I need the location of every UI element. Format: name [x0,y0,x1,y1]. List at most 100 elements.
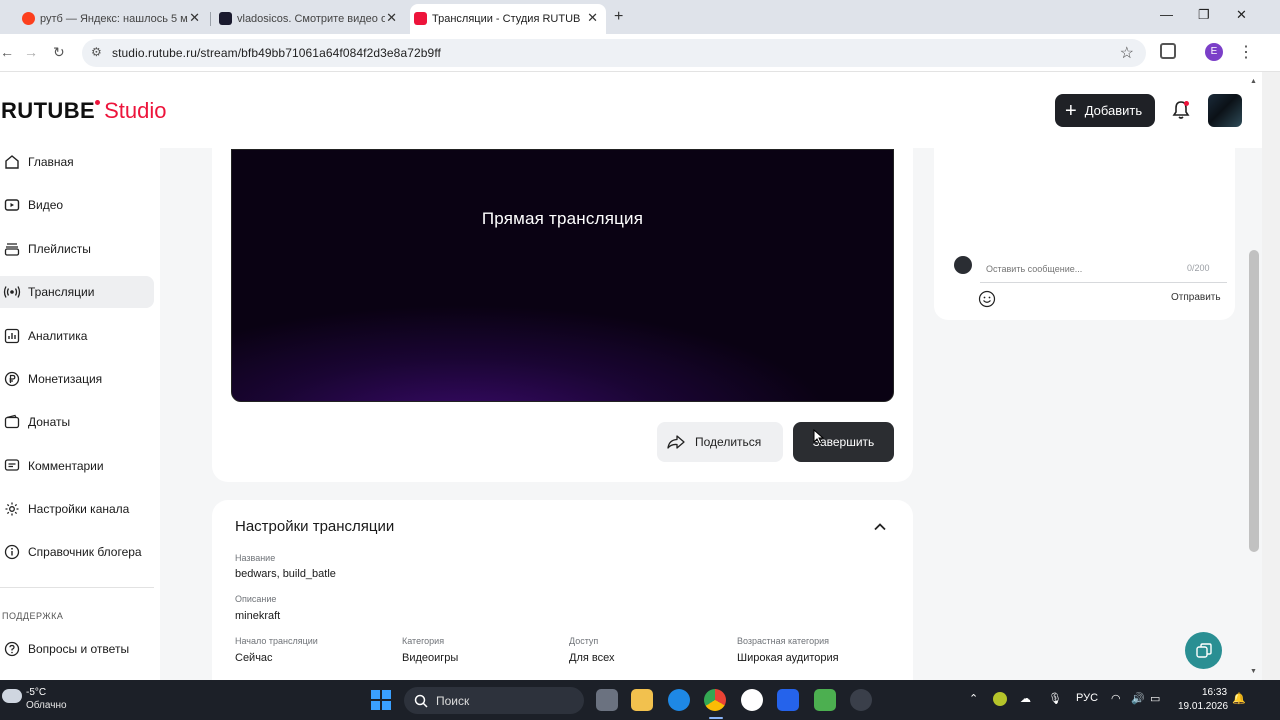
clock-time[interactable]: 16:33 [1202,687,1227,698]
field-label-access: Доступ [569,636,599,646]
tray-overflow-icon[interactable]: ⌃ [969,692,978,705]
browser-address-bar: ← → ↻ ⚙ studio.rutube.ru/stream/bfb49bb7… [0,34,1280,72]
edge-browser-icon[interactable] [668,689,690,711]
sidebar-item-blogger-guide[interactable]: Справочник блогера [0,536,154,568]
url-field[interactable]: ⚙ studio.rutube.ru/stream/bfb49bb71061a6… [82,39,1146,67]
close-tab-icon[interactable]: ✕ [386,10,397,26]
yandex-favicon-icon [22,12,35,25]
yandex-browser-icon[interactable] [741,689,763,711]
close-tab-icon[interactable]: ✕ [189,10,200,26]
cloud-icon [2,689,22,703]
sidebar-item-playlists[interactable]: Плейлисты [0,233,154,265]
profile-avatar[interactable]: E [1205,43,1223,61]
scroll-up-icon[interactable]: ▲ [1250,78,1257,85]
taskbar-search[interactable]: Поиск [404,687,584,714]
sidebar-item-analytics[interactable]: Аналитика [0,320,154,352]
sidebar-item-faq[interactable]: Вопросы и ответы [0,633,154,665]
help-chat-button[interactable] [1185,632,1222,669]
store-icon[interactable] [777,689,799,711]
language-indicator[interactable]: РУС [1076,692,1098,704]
broadcast-icon [2,282,22,302]
obs-icon[interactable] [850,689,872,711]
stream-preview[interactable]: Прямая трансляция [231,149,894,402]
info-icon [2,542,22,562]
site-settings-icon[interactable]: ⚙ [91,45,102,59]
weather-temperature[interactable]: -5°C [26,687,46,698]
help-chat-icon [1195,642,1212,658]
share-arrow-icon [667,435,685,449]
rutube-studio-logo[interactable]: RUTUBE Studio [1,98,166,124]
close-tab-icon[interactable]: ✕ [587,10,598,26]
minecraft-icon[interactable] [814,689,836,711]
stream-preview-title: Прямая трансляция [481,209,644,228]
add-button[interactable]: + Добавить [1055,94,1155,127]
end-stream-button[interactable]: Завершить [793,422,894,462]
field-label-age: Возрастная категория [737,636,829,646]
chat-user-avatar [954,256,972,274]
weather-description[interactable]: Облачно [26,700,67,711]
microphone-icon[interactable]: 🎙 [1048,692,1062,705]
sidebar-item-comments[interactable]: Комментарии [0,450,154,482]
extensions-icon[interactable] [1160,43,1176,59]
analytics-icon [2,326,22,346]
sidebar-divider [0,587,154,588]
logo-dot [95,100,101,105]
stream-settings-title: Настройки трансляции [235,518,395,535]
volume-icon[interactable]: 🔊 [1131,692,1145,705]
studio-page: RUTUBE Studio + Добавить Главная Видео П… [0,72,1262,680]
forward-icon[interactable]: → [24,44,38,60]
emoji-icon[interactable] [978,290,996,308]
chrome-browser-icon[interactable] [704,689,726,711]
chat-message-input[interactable] [986,264,1156,274]
close-window-icon[interactable]: ✕ [1236,7,1247,23]
gear-icon [2,499,22,519]
tray-app-icon[interactable] [993,692,1007,706]
bookmark-star-icon[interactable]: ☆ [1120,43,1134,63]
sidebar-item-broadcasts[interactable]: Трансляции [0,276,154,308]
field-value-age: Широкая аудитория [737,652,839,664]
sidebar-item-channel-settings[interactable]: Настройки канала [0,493,154,525]
sidebar-item-donations[interactable]: Донаты [0,406,154,438]
chat-send-button[interactable]: Отправить [1171,292,1221,303]
search-icon [414,694,428,708]
scrollbar-thumb[interactable] [1249,250,1259,552]
browser-tab-bar: рутб — Яндекс: нашлось 5 млн ✕ vladosico… [0,0,1280,34]
sidebar: Главная Видео Плейлисты Трансляции Анали… [0,148,160,680]
chat-char-counter: 0/200 [1187,263,1210,273]
playlist-icon [2,239,22,259]
sidebar-item-monetization[interactable]: Монетизация [0,363,154,395]
clock-date[interactable]: 19.01.2026 [1178,701,1228,712]
task-view-icon[interactable] [596,689,618,711]
field-label-category: Категория [402,636,445,646]
windows-taskbar: -5°C Облачно Поиск ⌃ ☁ 🎙 РУС ◠ 🔊 ▭ 16:33… [0,680,1280,720]
back-icon[interactable]: ← [0,44,14,60]
wifi-icon[interactable]: ◠ [1111,692,1121,705]
file-explorer-icon[interactable] [631,689,653,711]
sidebar-item-video[interactable]: Видео [0,189,154,221]
browser-tab-yandex[interactable]: рутб — Яндекс: нашлось 5 млн ✕ [18,4,208,34]
comment-icon [2,456,22,476]
battery-icon[interactable]: ▭ [1150,692,1160,705]
channel-avatar[interactable] [1208,94,1242,127]
tray-cloud-icon[interactable]: ☁ [1020,692,1031,705]
scroll-down-icon[interactable]: ▼ [1250,668,1257,675]
new-tab-icon[interactable]: + [614,8,623,26]
browser-tab-vladosicos[interactable]: vladosicos. Смотрите видео он ✕ [215,4,405,34]
sidebar-item-home[interactable]: Главная [0,146,154,178]
ruble-icon [2,369,22,389]
restore-icon[interactable]: ❐ [1198,7,1210,23]
windows-start-icon[interactable] [371,690,391,710]
chevron-up-icon[interactable] [872,519,888,535]
page-scrollbar[interactable] [1262,72,1280,680]
reload-icon[interactable]: ↻ [53,44,65,61]
question-icon [2,639,22,659]
notification-center-icon[interactable]: 🔔 [1232,692,1246,705]
minimize-icon[interactable]: — [1160,7,1173,22]
field-value-access: Для всех [569,652,615,664]
notification-badge [1184,101,1189,106]
field-value-name: bedwars, build_batle [235,568,336,580]
share-button[interactable]: Поделиться [657,422,783,462]
active-app-indicator [709,717,723,719]
browser-menu-icon[interactable]: ⋮ [1238,42,1254,62]
browser-tab-studio[interactable]: Трансляции - Студия RUTUBE ✕ [410,4,606,34]
